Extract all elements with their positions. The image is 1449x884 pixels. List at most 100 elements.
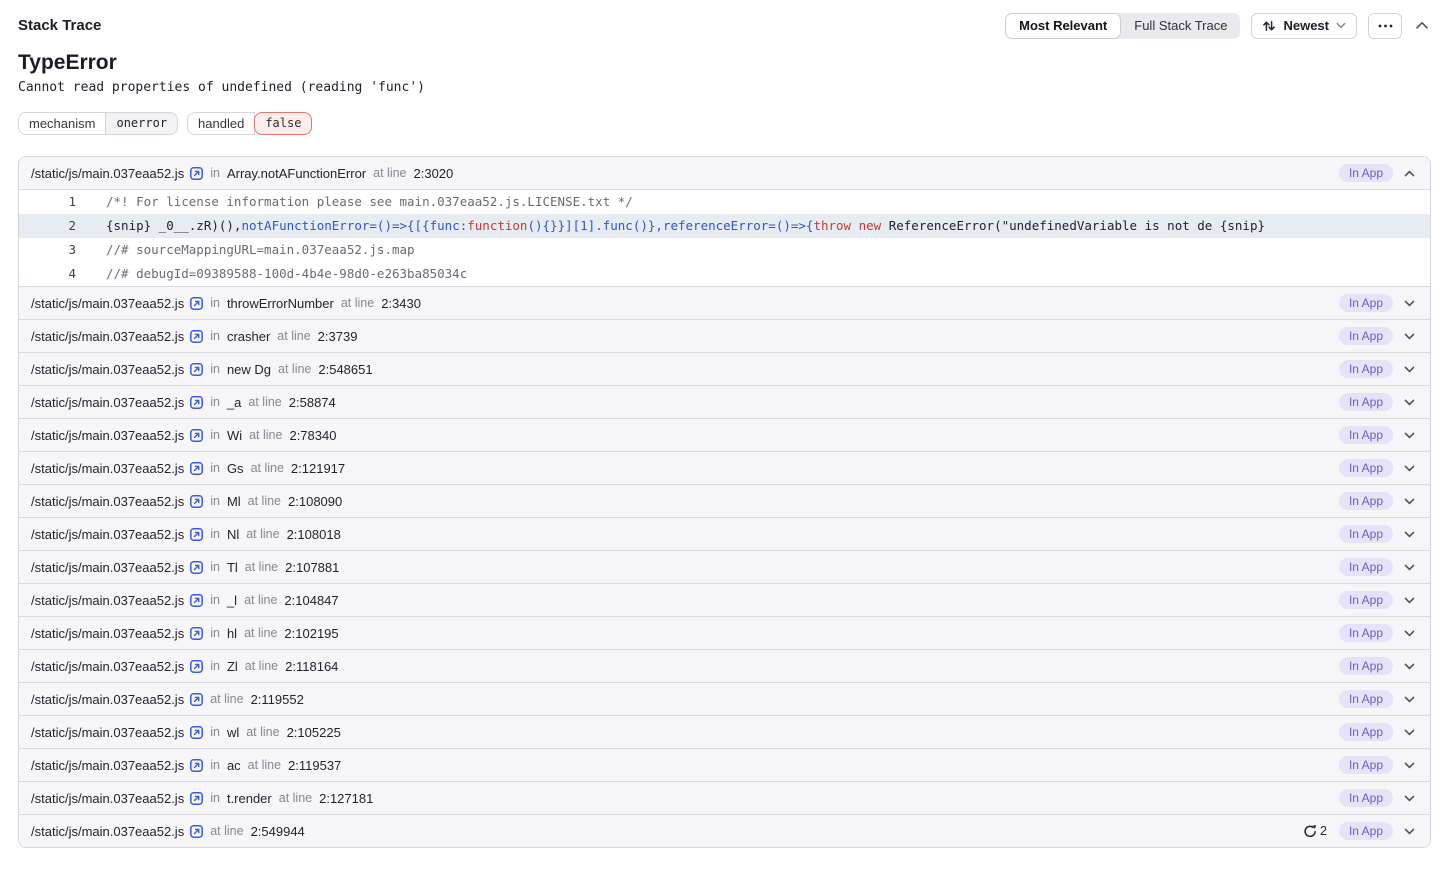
stack-frame: /static/js/main.037eaa52.jsinWiat line2:… xyxy=(19,418,1430,451)
frame-function: throwErrorNumber xyxy=(227,296,334,311)
chevron-down-icon xyxy=(1400,630,1419,637)
frame-function: t.render xyxy=(227,791,272,806)
frame-at-line-label: at line xyxy=(244,626,277,640)
error-tags: mechanismonerrorhandledfalse xyxy=(18,112,1431,135)
in-app-badge: In App xyxy=(1339,360,1393,378)
external-link-icon[interactable] xyxy=(190,792,203,805)
stack-frame-row[interactable]: /static/js/main.037eaa52.jsint.renderat … xyxy=(19,782,1430,814)
stack-frame: /static/js/main.037eaa52.jsinMlat line2:… xyxy=(19,484,1430,517)
chevron-down-icon xyxy=(1400,597,1419,604)
frame-file-path: /static/js/main.037eaa52.js xyxy=(31,626,184,641)
external-link-icon[interactable] xyxy=(190,594,203,607)
in-app-badge: In App xyxy=(1339,164,1393,182)
stack-frame-row[interactable]: /static/js/main.037eaa52.jsat line2:1195… xyxy=(19,683,1430,715)
tag-value: onerror xyxy=(106,112,178,135)
stack-frame-row[interactable]: /static/js/main.037eaa52.jsinGsat line2:… xyxy=(19,452,1430,484)
frame-file-path: /static/js/main.037eaa52.js xyxy=(31,725,184,740)
stack-frame-row[interactable]: /static/js/main.037eaa52.jsin_lat line2:… xyxy=(19,584,1430,616)
stack-frame: /static/js/main.037eaa52.jsinGsat line2:… xyxy=(19,451,1430,484)
stack-frame-row[interactable]: /static/js/main.037eaa52.jsat line2:5499… xyxy=(19,815,1430,847)
stack-frame: /static/js/main.037eaa52.jsinhlat line2:… xyxy=(19,616,1430,649)
code-line: 3//# sourceMappingURL=main.037eaa52.js.m… xyxy=(19,238,1430,262)
stack-frame-row[interactable]: /static/js/main.037eaa52.jsinZlat line2:… xyxy=(19,650,1430,682)
frame-line-number: 2:105225 xyxy=(287,725,341,740)
tag-value: false xyxy=(254,112,312,135)
external-link-icon[interactable] xyxy=(190,330,203,343)
frame-function: Wi xyxy=(227,428,242,443)
frame-in-label: in xyxy=(210,395,220,409)
frame-at-line-label: at line xyxy=(245,560,278,574)
stack-frame: /static/js/main.037eaa52.jsincrasherat l… xyxy=(19,319,1430,352)
external-link-icon[interactable] xyxy=(190,726,203,739)
external-link-icon[interactable] xyxy=(190,561,203,574)
external-link-icon[interactable] xyxy=(190,396,203,409)
stack-frame-row[interactable]: /static/js/main.037eaa52.jsinhlat line2:… xyxy=(19,617,1430,649)
external-link-icon[interactable] xyxy=(190,528,203,541)
frame-line-number: 2:127181 xyxy=(319,791,373,806)
external-link-icon[interactable] xyxy=(190,462,203,475)
in-app-badge: In App xyxy=(1339,558,1393,576)
code-line: 1/*! For license information please see … xyxy=(19,190,1430,214)
collapse-panel-button[interactable] xyxy=(1413,19,1431,32)
frame-in-label: in xyxy=(210,166,220,180)
stack-frame-row[interactable]: /static/js/main.037eaa52.jsinTlat line2:… xyxy=(19,551,1430,583)
external-link-icon[interactable] xyxy=(190,660,203,673)
tag-handled: handledfalse xyxy=(187,112,312,135)
frame-line-number: 2:58874 xyxy=(289,395,336,410)
sort-button[interactable]: Newest xyxy=(1251,13,1357,39)
repeat-count-value: 2 xyxy=(1320,824,1327,838)
external-link-icon[interactable] xyxy=(190,363,203,376)
tag-key: handled xyxy=(187,112,255,135)
external-link-icon[interactable] xyxy=(190,825,203,838)
line-number: 3 xyxy=(19,238,76,262)
frame-at-line-label: at line xyxy=(248,395,281,409)
frame-function: Gs xyxy=(227,461,244,476)
toggle-most-relevant[interactable]: Most Relevant xyxy=(1005,13,1121,39)
frame-line-number: 2:549944 xyxy=(251,824,305,839)
frame-at-line-label: at line xyxy=(373,166,406,180)
external-link-icon[interactable] xyxy=(190,495,203,508)
external-link-icon[interactable] xyxy=(190,759,203,772)
external-link-icon[interactable] xyxy=(190,429,203,442)
frame-file-path: /static/js/main.037eaa52.js xyxy=(31,692,184,707)
frame-function: _a xyxy=(227,395,241,410)
stack-frame-row[interactable]: /static/js/main.037eaa52.jsinNlat line2:… xyxy=(19,518,1430,550)
line-number: 4 xyxy=(19,262,76,286)
frame-in-label: in xyxy=(210,461,220,475)
stack-frame-row[interactable]: /static/js/main.037eaa52.jsinMlat line2:… xyxy=(19,485,1430,517)
stack-frame-row[interactable]: /static/js/main.037eaa52.jsinthrowErrorN… xyxy=(19,287,1430,319)
frame-file-path: /static/js/main.037eaa52.js xyxy=(31,461,184,476)
frame-function: wl xyxy=(227,725,239,740)
stack-frame-row[interactable]: /static/js/main.037eaa52.jsinwlat line2:… xyxy=(19,716,1430,748)
external-link-icon[interactable] xyxy=(190,167,203,180)
frame-at-line-label: at line xyxy=(279,791,312,805)
frame-line-number: 2:78340 xyxy=(289,428,336,443)
frame-at-line-label: at line xyxy=(244,593,277,607)
frame-in-label: in xyxy=(210,659,220,673)
chevron-down-icon xyxy=(1400,399,1419,406)
toggle-full-stack-trace[interactable]: Full Stack Trace xyxy=(1121,13,1240,39)
stack-frame-row[interactable]: /static/js/main.037eaa52.jsincrasherat l… xyxy=(19,320,1430,352)
stack-frame-row[interactable]: /static/js/main.037eaa52.js in _a at line 2:… xyxy=(19,386,1430,418)
frame-in-label: in xyxy=(210,791,220,805)
stack-frame-row[interactable]: /static/js/main.037eaa52.jsinWiat line2:… xyxy=(19,419,1430,451)
external-link-icon[interactable] xyxy=(190,627,203,640)
in-app-badge: In App xyxy=(1339,624,1393,642)
chevron-down-icon xyxy=(1400,531,1419,538)
external-link-icon[interactable] xyxy=(190,297,203,310)
frame-in-label: in xyxy=(210,725,220,739)
frame-file-path: /static/js/main.037eaa52.js xyxy=(31,395,184,410)
chevron-down-icon xyxy=(1400,333,1419,340)
frame-in-label: in xyxy=(210,758,220,772)
frame-in-label: in xyxy=(210,428,220,442)
external-link-icon[interactable] xyxy=(190,693,203,706)
in-app-badge: In App xyxy=(1339,756,1393,774)
stack-frame-row[interactable]: /static/js/main.037eaa52.jsinacat line2:… xyxy=(19,749,1430,781)
frame-line-number: 2:108090 xyxy=(288,494,342,509)
stack-frame-row[interactable]: /static/js/main.037eaa52.jsinnew Dgat li… xyxy=(19,353,1430,385)
stack-frame-row[interactable]: /static/js/main.037eaa52.jsinArray.notAF… xyxy=(19,157,1430,189)
frame-line-number: 2:121917 xyxy=(291,461,345,476)
error-message: Cannot read properties of undefined (rea… xyxy=(18,80,1431,95)
frame-at-line-label: at line xyxy=(210,824,243,838)
more-options-button[interactable] xyxy=(1368,13,1402,39)
